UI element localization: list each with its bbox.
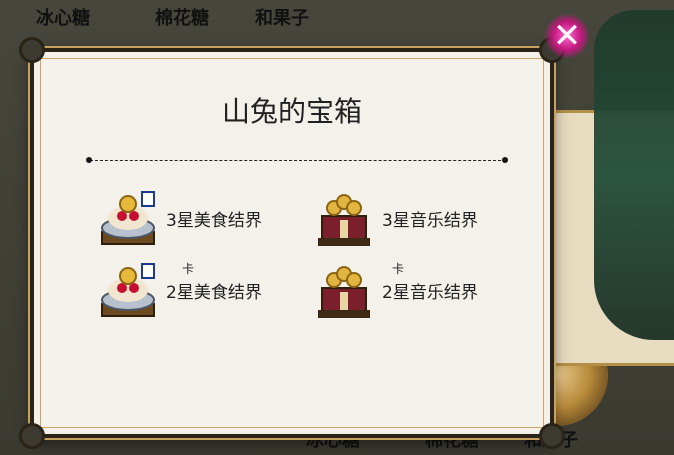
close-button[interactable]: ✕ [545, 14, 589, 58]
dialog-corner [19, 37, 45, 63]
overlap-char: 卡 [392, 262, 405, 276]
dialog-title: 山兔的宝箱 [221, 95, 362, 128]
divider-dot [502, 157, 508, 163]
background-label: 冰心糖 [36, 8, 90, 29]
reward-item[interactable]: 2星美食结界 [96, 258, 262, 322]
reward-item[interactable]: 3星美食结界 [96, 186, 262, 250]
music-barrier-icon [318, 266, 370, 318]
background-label: 棉花糖 [155, 8, 209, 29]
music-barrier-icon [318, 194, 370, 246]
treasure-chest-dialog: 山兔的宝箱 3星美食结界 3星音乐结界 2星美食结界 2星音乐结界 卡 卡 [19, 37, 565, 449]
food-barrier-icon [101, 263, 155, 317]
reward-item[interactable]: 3星音乐结界 [312, 186, 478, 250]
reward-label: 2星音乐结界 [382, 282, 478, 303]
overlap-char: 卡 [182, 262, 195, 276]
title-divider [90, 160, 506, 161]
reward-label: 3星美食结界 [166, 210, 262, 231]
divider-dot [86, 157, 92, 163]
reward-label: 3星音乐结界 [382, 210, 478, 231]
close-icon: ✕ [552, 16, 582, 56]
food-barrier-icon [101, 191, 155, 245]
vine-decoration [594, 10, 674, 340]
reward-label: 2星美食结界 [166, 282, 262, 303]
background-label: 和果子 [255, 8, 309, 29]
dialog-corner [19, 423, 45, 449]
dialog-corner [539, 423, 565, 449]
